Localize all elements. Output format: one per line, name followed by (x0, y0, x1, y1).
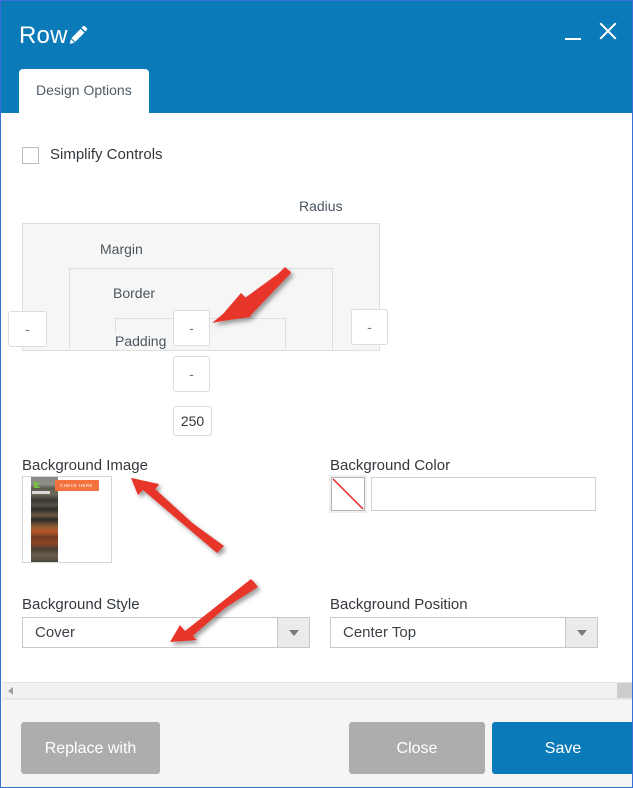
background-image-thumbnail[interactable]: CHECK HERE (22, 476, 112, 563)
thumbnail-cta-button: CHECK HERE (55, 480, 99, 491)
save-button[interactable]: Save (492, 722, 632, 774)
background-position-label: Background Position (330, 596, 468, 613)
dialog-body: Simplify Controls Margin Radius Border P… (2, 113, 632, 676)
background-color-input[interactable] (371, 477, 596, 511)
window-controls (562, 19, 620, 43)
radius-label: Radius (294, 198, 348, 215)
page-title: Row (19, 22, 68, 49)
tab-design-options[interactable]: Design Options (19, 69, 149, 113)
row-design-options-dialog: Row Design Options Simplify Controls Mar… (0, 0, 633, 788)
margin-label: Margin (95, 241, 148, 258)
thumbnail-cta-label: CHECK HERE (60, 483, 93, 488)
thumbnail-preview (31, 477, 58, 562)
simplify-controls-label: Simplify Controls (50, 146, 163, 163)
dialog-footer: Replace with Close Save (2, 699, 632, 787)
minimize-icon[interactable] (562, 19, 584, 43)
chevron-down-icon[interactable] (565, 618, 597, 647)
horizontal-scrollbar[interactable] (2, 682, 632, 699)
dialog-header: Row Design Options (1, 1, 632, 113)
pencil-icon[interactable] (68, 23, 92, 47)
background-style-label: Background Style (22, 596, 140, 613)
background-style-value: Cover (35, 623, 76, 641)
padding-input[interactable] (173, 406, 212, 436)
triangle-left-icon[interactable] (2, 682, 19, 699)
border-input[interactable] (173, 356, 210, 392)
background-style-select[interactable]: Cover (22, 617, 310, 648)
background-color-label: Background Color (330, 457, 451, 474)
background-position-select[interactable]: Center Top (330, 617, 598, 648)
thumbnail-subtext (32, 491, 50, 494)
simplify-controls-checkbox[interactable] (22, 146, 39, 164)
border-label: Border (108, 285, 161, 302)
margin-top-left-input[interactable] (8, 311, 47, 347)
tab-list: Design Options (19, 69, 149, 113)
close-icon[interactable] (596, 19, 620, 43)
margin-input[interactable] (173, 310, 210, 346)
radius-input[interactable] (351, 309, 388, 345)
close-button[interactable]: Close (349, 722, 485, 774)
replace-with-button[interactable]: Replace with (21, 722, 160, 774)
chevron-down-icon[interactable] (277, 618, 309, 647)
tab-label: Design Options (36, 82, 132, 98)
scrollbar-track[interactable] (19, 682, 616, 699)
background-position-value: Center Top (343, 623, 417, 641)
background-image-label: Background Image (22, 457, 148, 474)
scrollbar-thumb[interactable] (617, 683, 632, 698)
simplify-controls-row[interactable]: Simplify Controls (22, 146, 163, 164)
background-color-swatch[interactable] (331, 477, 365, 511)
padding-label: Padding (110, 333, 172, 350)
